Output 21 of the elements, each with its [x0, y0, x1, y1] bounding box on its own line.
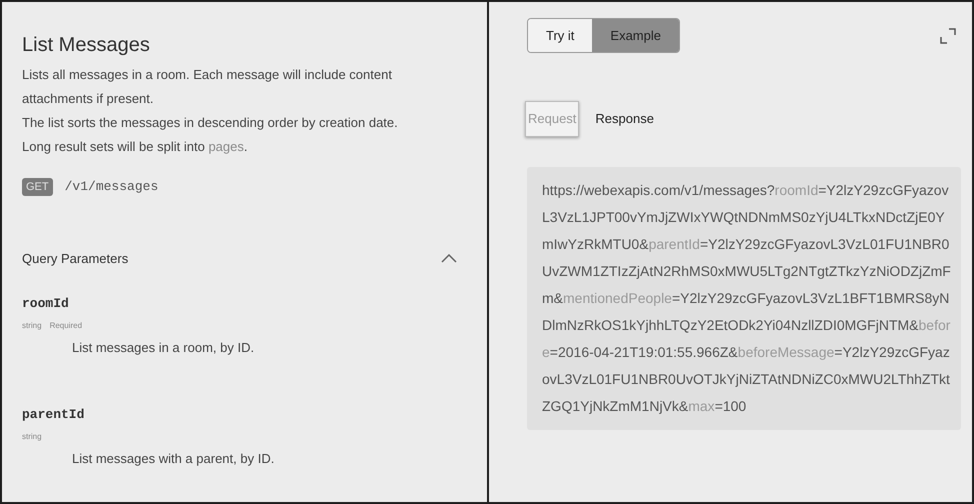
pages-link[interactable]: pages: [208, 139, 244, 154]
param-description: List messages with a parent, by ID.: [72, 450, 274, 468]
request-url: https://webexapis.com/v1/messages?roomId=Y2lzY29zcGFyazovL3VzL1JPT00vYmJjZWIxYWQtNDNmMS0zYjU4LTkxNDctZjE0YmIwYzRkMTU0&parentId=Y2lzY29zcGFyazovL3VzL01FU1NBR0UvZWM1ZTIzZjAtN2RhMS0xMWU5LTg2NTgtZTkzYzNiODZjZmFm&mentionedPeople=Y2lzY29zcGFyazovL3VzL1BFT1BMRS8yNDlmNzRkOS1kYjhhLTQzY2EtODk2Yi04NzllZDI0MGFjNTM&before=2016-04-21T19:01:55.966Z&beforeMessage=Y2lzY29zcGFyazovL3VzL01FU1NBR0UvOTJkYjNiZTAtNDNiZC0xMWU2LThhZTktZGQ1YjNkZmM1NjVk&max=100: [542, 181, 952, 416]
method-badge: GET: [22, 178, 53, 196]
mode-tab[interactable]: Example: [592, 19, 679, 52]
required-label: Required: [50, 320, 82, 332]
request-response-tab[interactable]: Request: [525, 101, 580, 137]
request-response-tab[interactable]: Response: [595, 101, 654, 137]
description-text: Long result sets will be split into pages.: [22, 138, 248, 156]
param-type: string: [22, 320, 42, 332]
endpoint-path: /v1/messages: [64, 178, 158, 196]
param-name: parentId: [22, 406, 84, 424]
param-name: roomId: [22, 295, 69, 313]
expand-icon[interactable]: [940, 28, 956, 44]
param-description: List messages in a room, by ID.: [72, 338, 254, 357]
param-type: string: [22, 430, 42, 442]
description-text: Lists all messages in a room. Each message will include content attachments if present.: [22, 66, 393, 108]
description-text: The list sorts the messages in descending order by creation date.: [22, 114, 399, 132]
page-title: List Messages: [22, 33, 150, 58]
section-title: Query Parameters: [22, 250, 128, 268]
mode-tab[interactable]: Try it: [528, 19, 592, 52]
